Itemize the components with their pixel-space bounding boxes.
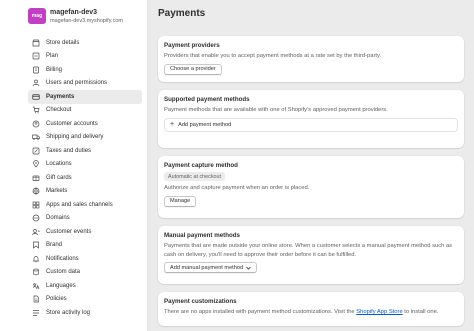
shopify-app-store-link[interactable]: Shopify App Store bbox=[356, 309, 402, 315]
payment-customizations-card: Payment customizations There are no apps… bbox=[158, 292, 464, 326]
sidebar-item-label: Payments bbox=[46, 93, 75, 100]
users-icon bbox=[32, 79, 40, 87]
supported-methods-text: Payment methods that are available with … bbox=[164, 107, 388, 113]
customer-events-icon bbox=[32, 228, 40, 236]
add-payment-method-button[interactable]: + Add payment method bbox=[164, 117, 458, 132]
add-manual-method-label: Add manual payment method bbox=[170, 264, 244, 271]
manual-methods-title: Manual payment methods bbox=[164, 232, 240, 239]
sidebar-item-label: Shipping and delivery bbox=[46, 134, 104, 141]
payments-icon bbox=[32, 93, 40, 101]
sidebar-item-label: Customer events bbox=[46, 228, 92, 235]
sidebar-item-shipping-and-delivery[interactable]: Shipping and delivery bbox=[28, 131, 142, 145]
sidebar-item-label: Store activity log bbox=[46, 309, 91, 316]
shipping-icon bbox=[32, 133, 40, 141]
customizations-text-after: to install one. bbox=[402, 309, 439, 315]
sidebar-item-label: Store details bbox=[46, 39, 80, 46]
sidebar-item-label: Languages bbox=[46, 282, 76, 289]
billing-icon bbox=[32, 66, 40, 74]
brand-icon bbox=[32, 241, 40, 249]
customer-accounts-icon bbox=[32, 120, 40, 128]
sidebar-item-billing[interactable]: Billing bbox=[28, 63, 142, 77]
store-header[interactable]: mag magefan-dev3 magefan-dev3.myshopify.… bbox=[0, 0, 147, 30]
sidebar-item-store-activity-log[interactable]: Store activity log bbox=[28, 306, 142, 320]
sidebar-item-label: Policies bbox=[46, 296, 67, 303]
sidebar-item-label: Billing bbox=[46, 66, 63, 73]
sidebar-item-customer-accounts[interactable]: Customer accounts bbox=[28, 117, 142, 131]
store-icon bbox=[32, 39, 40, 47]
payment-providers-text: Providers that enable you to accept paym… bbox=[164, 53, 382, 59]
sidebar-item-checkout[interactable]: Checkout bbox=[28, 104, 142, 118]
add-payment-method-label: Add payment method bbox=[178, 121, 232, 128]
sidebar-item-label: Taxes and duties bbox=[46, 147, 92, 154]
sidebar-item-label: Users and permissions bbox=[46, 80, 108, 87]
languages-icon bbox=[32, 282, 40, 290]
store-url: magefan-dev3.myshopify.com bbox=[50, 18, 123, 24]
sidebar-item-notifications[interactable]: Notifications bbox=[28, 252, 142, 266]
gift-card-icon bbox=[32, 174, 40, 182]
apps-icon bbox=[32, 201, 40, 209]
policies-icon bbox=[32, 295, 40, 303]
sidebar-item-store-details[interactable]: Store details bbox=[28, 36, 142, 50]
add-manual-method-button[interactable]: Add manual payment method bbox=[164, 262, 258, 273]
sidebar-item-customer-events[interactable]: Customer events bbox=[28, 225, 142, 239]
sidebar-item-gift-cards[interactable]: Gift cards bbox=[28, 171, 142, 185]
manual-methods-card: Manual payment methods Payments that are… bbox=[158, 226, 464, 284]
sidebar-item-label: Checkout bbox=[46, 107, 72, 114]
manage-button[interactable]: Manage bbox=[164, 195, 197, 207]
payment-capture-text: Authorize and capture payment when an or… bbox=[164, 185, 310, 191]
sidebar-item-label: Gift cards bbox=[46, 174, 72, 181]
location-icon bbox=[32, 160, 40, 168]
domains-icon bbox=[32, 214, 40, 222]
custom-data-icon bbox=[32, 268, 40, 276]
sidebar-item-locations[interactable]: Locations bbox=[28, 158, 142, 172]
payment-providers-title: Payment providers bbox=[164, 42, 220, 49]
sidebar-item-label: Markets bbox=[46, 188, 68, 195]
sidebar-item-apps-and-sales-channels[interactable]: Apps and sales channels bbox=[28, 198, 142, 212]
store-logo: mag bbox=[28, 8, 46, 24]
plus-icon: + bbox=[170, 121, 175, 128]
sidebar-item-plan[interactable]: Plan bbox=[28, 50, 142, 64]
sidebar-item-label: Customer accounts bbox=[46, 120, 98, 127]
sidebar-item-label: Brand bbox=[46, 242, 63, 249]
payment-capture-card: Payment capture method Automatic at chec… bbox=[158, 156, 464, 218]
sidebar-item-label: Apps and sales channels bbox=[46, 201, 113, 208]
sidebar-item-custom-data[interactable]: Custom data bbox=[28, 266, 142, 280]
sidebar-item-taxes-and-duties[interactable]: Taxes and duties bbox=[28, 144, 142, 158]
payment-customizations-title: Payment customizations bbox=[164, 298, 237, 305]
sidebar-item-policies[interactable]: Policies bbox=[28, 293, 142, 307]
choose-provider-button[interactable]: Choose a provider bbox=[164, 63, 222, 75]
main-content: Payments Payment providers Providers tha… bbox=[148, 0, 474, 331]
manual-methods-text: Payments that are made outside your onli… bbox=[164, 243, 453, 258]
activity-log-icon bbox=[32, 309, 40, 317]
taxes-icon bbox=[32, 147, 40, 155]
sidebar-item-label: Custom data bbox=[46, 269, 81, 276]
sidebar-item-label: Notifications bbox=[46, 255, 79, 262]
capture-status-badge: Automatic at checkout bbox=[164, 172, 226, 181]
checkout-icon bbox=[32, 106, 40, 114]
sidebar-item-payments[interactable]: Payments bbox=[28, 90, 142, 104]
plan-icon bbox=[32, 52, 40, 60]
sidebar-item-label: Domains bbox=[46, 215, 70, 222]
page-title: Payments bbox=[158, 8, 206, 19]
supported-methods-title: Supported payment methods bbox=[164, 96, 250, 103]
sidebar-item-markets[interactable]: Markets bbox=[28, 185, 142, 199]
markets-icon bbox=[32, 187, 40, 195]
chevron-down-icon bbox=[246, 266, 251, 270]
notifications-icon bbox=[32, 255, 40, 263]
settings-nav: Store details Plan Billing Users and permis… bbox=[28, 36, 142, 320]
sidebar-item-label: Plan bbox=[46, 53, 59, 60]
sidebar-item-domains[interactable]: Domains bbox=[28, 212, 142, 226]
settings-sidebar: mag magefan-dev3 magefan-dev3.myshopify.… bbox=[0, 0, 148, 331]
customizations-text-before: There are no apps installed with payment… bbox=[164, 309, 357, 315]
payment-capture-title: Payment capture method bbox=[164, 162, 238, 169]
sidebar-item-brand[interactable]: Brand bbox=[28, 239, 142, 253]
sidebar-item-label: Locations bbox=[46, 161, 72, 168]
sidebar-item-languages[interactable]: Languages bbox=[28, 279, 142, 293]
store-name: magefan-dev3 bbox=[50, 9, 98, 16]
payment-providers-card: Payment providers Providers that enable … bbox=[158, 36, 464, 82]
supported-methods-card: Supported payment methods Payment method… bbox=[158, 90, 464, 148]
payment-customizations-text: There are no apps installed with payment… bbox=[164, 308, 458, 317]
sidebar-item-users-and-permissions[interactable]: Users and permissions bbox=[28, 77, 142, 91]
